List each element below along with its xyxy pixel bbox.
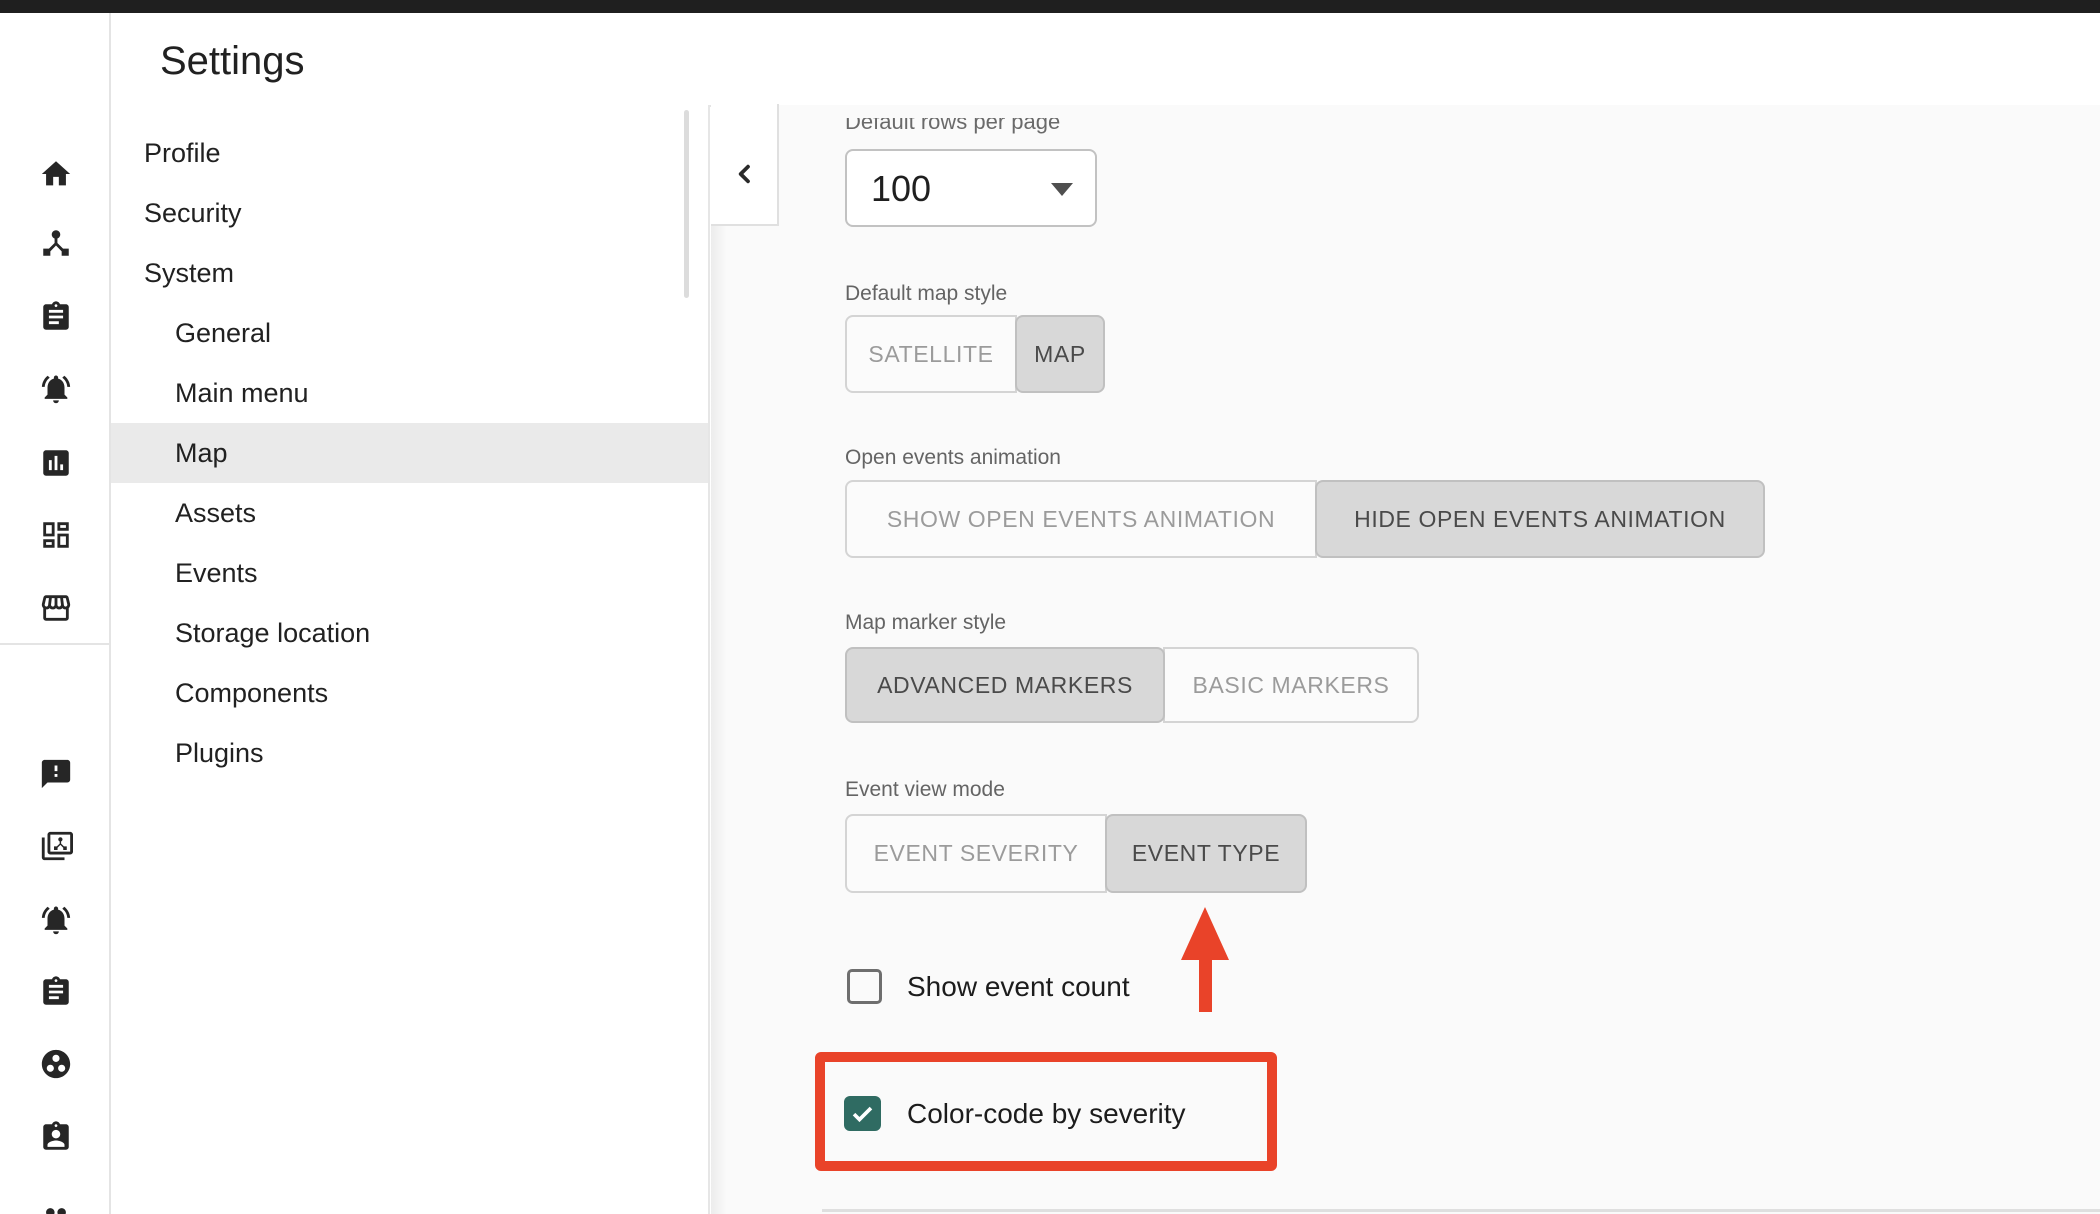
show-event-count-label[interactable]: Show event count	[907, 969, 1130, 1005]
analytics-icon[interactable]	[39, 446, 73, 480]
toggle-option-show-open-events[interactable]: SHOW OPEN EVENTS ANIMATION	[845, 480, 1317, 558]
nav-scrollbar-thumb[interactable]	[684, 110, 689, 298]
feedback-icon[interactable]	[39, 757, 73, 791]
nav-item-plugins[interactable]: Plugins	[111, 723, 708, 783]
icon-rail	[0, 13, 111, 1214]
nav-item-assets[interactable]: Assets	[111, 483, 708, 543]
people-icon[interactable]	[39, 1201, 73, 1214]
nav-item-events[interactable]: Events	[111, 543, 708, 603]
rail-divider	[0, 643, 109, 645]
map-marker-style-toggle: ADVANCED MARKERS BASIC MARKERS	[845, 647, 1419, 723]
storefront-icon[interactable]	[39, 591, 73, 625]
rows-per-page-select[interactable]: 100	[845, 149, 1097, 227]
nav-item-map[interactable]: Map	[111, 423, 708, 483]
rows-per-page-label-clip: Default rows per page	[845, 118, 1325, 144]
nav-item-components[interactable]: Components	[111, 663, 708, 723]
chevron-left-icon	[728, 158, 760, 190]
nav-item-security[interactable]: Security	[111, 183, 708, 243]
show-event-count-checkbox[interactable]	[847, 969, 882, 1004]
map-style-label: Default map style	[845, 281, 1007, 307]
settings-nav: Profile Security System General Main men…	[111, 105, 710, 1214]
open-events-animation-label: Open events animation	[845, 445, 1061, 471]
group-work-icon[interactable]	[39, 1047, 73, 1081]
dropdown-arrow-icon	[1051, 183, 1073, 196]
top-black-bar	[0, 0, 2100, 13]
toggle-option-hide-open-events[interactable]: HIDE OPEN EVENTS ANIMATION	[1315, 480, 1765, 558]
home-icon[interactable]	[39, 157, 73, 191]
section-divider	[822, 1209, 2100, 1212]
toggle-option-map[interactable]: MAP	[1015, 315, 1105, 393]
annotation-highlight-box	[815, 1052, 1277, 1171]
toggle-option-advanced-markers[interactable]: ADVANCED MARKERS	[845, 647, 1165, 723]
rows-per-page-value: 100	[871, 151, 931, 225]
toggle-option-event-severity[interactable]: EVENT SEVERITY	[845, 814, 1107, 893]
page-title: Settings	[160, 13, 305, 105]
panel-shadow	[711, 105, 727, 1214]
toggle-option-satellite[interactable]: SATELLITE	[845, 315, 1017, 393]
sidebar-collapse-button[interactable]	[711, 104, 779, 226]
clipboard-icon-2[interactable]	[39, 975, 73, 1009]
toggle-option-event-type[interactable]: EVENT TYPE	[1105, 814, 1307, 893]
annotation-arrow-head	[1181, 907, 1229, 960]
event-view-mode-toggle: EVENT SEVERITY EVENT TYPE	[845, 814, 1307, 893]
assignment-person-icon[interactable]	[39, 1120, 73, 1154]
nav-item-system[interactable]: System	[111, 243, 708, 303]
annotation-arrow-stem	[1199, 958, 1212, 1012]
nav-item-storage-location[interactable]: Storage location	[111, 603, 708, 663]
map-marker-style-label: Map marker style	[845, 610, 1006, 636]
clipboard-icon[interactable]	[39, 300, 73, 334]
map-style-toggle: SATELLITE MAP	[845, 315, 1105, 393]
app-header: Settings	[0, 13, 2100, 107]
nav-item-main-menu[interactable]: Main menu	[111, 363, 708, 423]
event-view-mode-label: Event view mode	[845, 777, 1005, 803]
dashboard-icon[interactable]	[39, 518, 73, 552]
nav-item-profile[interactable]: Profile	[111, 123, 708, 183]
device-hub-icon[interactable]	[39, 226, 73, 260]
toggle-option-basic-markers[interactable]: BASIC MARKERS	[1163, 647, 1419, 723]
media-hub-icon[interactable]	[39, 829, 73, 863]
settings-content: Default rows per page 100 Default map st…	[711, 105, 2100, 1214]
open-events-animation-toggle: SHOW OPEN EVENTS ANIMATION HIDE OPEN EVE…	[845, 480, 1765, 558]
notifications-icon[interactable]	[39, 372, 73, 406]
nav-item-general[interactable]: General	[111, 303, 708, 363]
notifications-icon-2[interactable]	[39, 903, 73, 937]
rows-per-page-label: Default rows per page	[845, 118, 1325, 137]
